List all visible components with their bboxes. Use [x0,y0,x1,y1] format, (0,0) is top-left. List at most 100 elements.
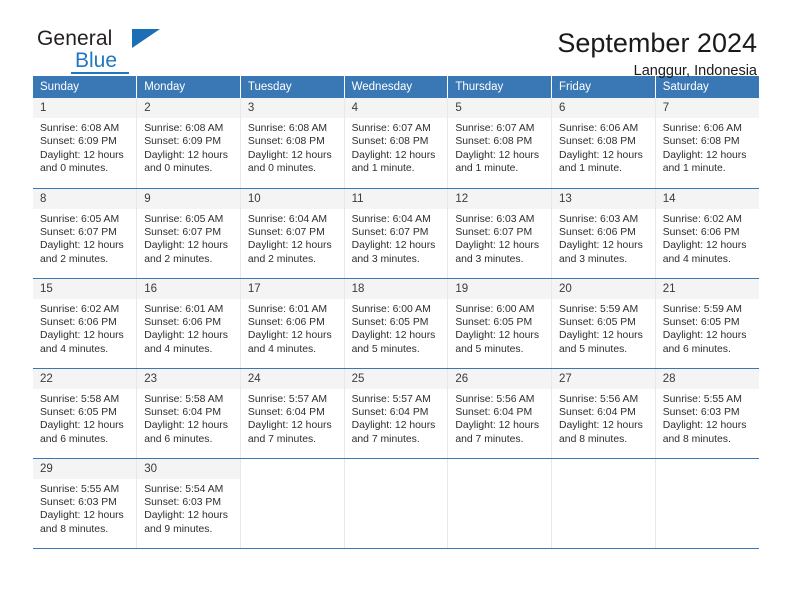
daylight-text-line1: Daylight: 12 hours [144,240,228,252]
daylight-text-line1: Daylight: 12 hours [247,240,332,252]
sunset-text: Sunset: 6:05 PM [351,316,429,328]
sunrise-text: Sunrise: 6:04 AM [351,213,431,225]
day-cell[interactable]: 15 Sunrise: 6:02 AM Sunset: 6:06 PM Dayligh… [33,278,138,369]
day-cell-empty [655,458,759,549]
day-cell-empty [551,458,656,549]
day-number: 3 [240,98,344,118]
day-cell-empty [344,458,449,549]
sunset-text: Sunset: 6:08 PM [455,136,533,148]
daylight-text-line2: and 5 minutes. [351,343,420,355]
sunrise-text: Sunrise: 5:55 AM [662,393,742,405]
sunrise-text: Sunrise: 6:08 AM [247,123,328,134]
day-cell[interactable]: 7 Sunrise: 6:06 AM Sunset: 6:08 PM Daylight… [655,98,759,189]
daylight-text-line1: Daylight: 12 hours [40,240,124,252]
day-cell[interactable]: 28 Sunrise: 5:55 AM Sunset: 6:03 PM Dayligh… [655,368,759,459]
day-details: Sunrise: 5:55 AM Sunset: 6:03 PM Daylight:… [33,479,136,537]
sunrise-text: Sunrise: 6:08 AM [40,123,120,134]
daylight-text-line1: Daylight: 12 hours [351,420,436,432]
day-cell[interactable]: 1 Sunrise: 6:08 AM Sunset: 6:09 PM Daylight… [33,98,138,189]
daylight-text-line1: Daylight: 12 hours [662,330,747,342]
weekday-header-tuesday: Tuesday [240,76,345,98]
day-cell[interactable]: 14 Sunrise: 6:02 AM Sunset: 6:06 PM Dayligh… [655,188,759,279]
general-blue-logo[interactable]: General Blue [33,28,187,74]
day-number: 30 [137,458,240,479]
day-cell[interactable]: 12 Sunrise: 6:03 AM Sunset: 6:07 PM Dayligh… [447,188,553,279]
day-number: 23 [137,368,240,389]
sunrise-text: Sunrise: 6:07 AM [351,123,431,134]
day-cell[interactable]: 8 Sunrise: 6:05 AM Sunset: 6:07 PM Daylight… [33,188,138,279]
day-cell[interactable]: 3 Sunrise: 6:08 AM Sunset: 6:08 PM Daylight… [240,98,345,189]
daylight-text-line1: Daylight: 12 hours [144,510,228,522]
day-cell[interactable]: 9 Sunrise: 6:05 AM Sunset: 6:07 PM Daylight… [136,188,241,279]
daylight-text-line1: Daylight: 12 hours [40,330,124,342]
day-cell[interactable]: 10 Sunrise: 6:04 AM Sunset: 6:07 PM Dayligh… [240,188,345,279]
day-cell[interactable]: 21 Sunrise: 5:59 AM Sunset: 6:05 PM Dayligh… [655,278,759,369]
day-number: 22 [33,368,137,389]
daylight-text-line2: and 0 minutes. [247,163,317,175]
calendar-week-row: 22 Sunrise: 5:58 AM Sunset: 6:05 PM Dayligh… [33,368,759,459]
daylight-text-line1: Daylight: 12 hours [144,149,228,161]
day-details: Sunrise: 6:08 AM Sunset: 6:08 PM Daylight:… [241,118,344,176]
day-cell[interactable]: 2 Sunrise: 6:08 AM Sunset: 6:09 PM Daylight… [136,98,241,189]
day-cell[interactable]: 13 Sunrise: 6:03 AM Sunset: 6:06 PM Dayligh… [551,188,656,279]
daylight-text-line2: and 3 minutes. [559,253,628,265]
daylight-text-line1: Daylight: 12 hours [559,330,643,342]
day-details: Sunrise: 5:59 AM Sunset: 6:05 PM Daylight:… [552,299,655,357]
daylight-text-line2: and 0 minutes. [144,163,213,175]
sunrise-text: Sunrise: 6:08 AM [144,123,224,134]
daylight-text-line2: and 8 minutes. [559,433,628,445]
day-cell[interactable]: 27 Sunrise: 5:56 AM Sunset: 6:04 PM Dayligh… [551,368,656,459]
day-number: 21 [655,278,759,299]
day-cell[interactable]: 6 Sunrise: 6:06 AM Sunset: 6:08 PM Daylight… [551,98,656,189]
day-number: 11 [344,188,448,209]
day-number: 17 [240,278,344,299]
daylight-text-line2: and 6 minutes. [40,433,109,445]
day-cell[interactable]: 18 Sunrise: 6:00 AM Sunset: 6:05 PM Dayligh… [344,278,449,369]
day-number: 28 [655,368,759,389]
day-number: 14 [655,188,759,209]
day-number: 1 [33,98,137,118]
day-cell[interactable]: 4 Sunrise: 6:07 AM Sunset: 6:08 PM Daylight… [344,98,449,189]
sunset-text: Sunset: 6:07 PM [351,226,429,238]
day-cell[interactable]: 5 Sunrise: 6:07 AM Sunset: 6:08 PM Daylight… [447,98,553,189]
day-cell[interactable]: 11 Sunrise: 6:04 AM Sunset: 6:07 PM Dayligh… [344,188,449,279]
day-cell[interactable]: 23 Sunrise: 5:58 AM Sunset: 6:04 PM Dayligh… [136,368,241,459]
day-details: Sunrise: 5:57 AM Sunset: 6:04 PM Daylight:… [345,389,448,447]
daylight-text-line2: and 3 minutes. [455,253,524,265]
daylight-text-line2: and 1 minute. [455,163,519,175]
sunrise-text: Sunrise: 6:02 AM [40,303,120,315]
sunrise-text: Sunrise: 6:01 AM [144,303,224,315]
day-number: 4 [344,98,448,118]
day-cell[interactable]: 19 Sunrise: 6:00 AM Sunset: 6:05 PM Dayligh… [447,278,553,369]
day-cell[interactable]: 25 Sunrise: 5:57 AM Sunset: 6:04 PM Dayligh… [344,368,449,459]
day-details: Sunrise: 6:06 AM Sunset: 6:08 PM Daylight:… [552,118,655,176]
daylight-text-line1: Daylight: 12 hours [455,240,540,252]
day-details: Sunrise: 5:54 AM Sunset: 6:03 PM Daylight:… [137,479,240,537]
daylight-text-line2: and 5 minutes. [455,343,524,355]
day-cell[interactable]: 20 Sunrise: 5:59 AM Sunset: 6:05 PM Dayligh… [551,278,656,369]
day-cell[interactable]: 16 Sunrise: 6:01 AM Sunset: 6:06 PM Dayligh… [136,278,241,369]
day-number: 25 [344,368,448,389]
day-details: Sunrise: 5:59 AM Sunset: 6:05 PM Daylight:… [656,299,759,357]
day-cell[interactable]: 26 Sunrise: 5:56 AM Sunset: 6:04 PM Dayligh… [447,368,553,459]
day-cell[interactable]: 22 Sunrise: 5:58 AM Sunset: 6:05 PM Dayligh… [33,368,138,459]
day-cell[interactable]: 29 Sunrise: 5:55 AM Sunset: 6:03 PM Dayligh… [33,458,138,549]
daylight-text-line2: and 7 minutes. [351,433,420,445]
day-cell[interactable]: 17 Sunrise: 6:01 AM Sunset: 6:06 PM Dayligh… [240,278,345,369]
sunrise-text: Sunrise: 5:59 AM [662,303,742,315]
day-cell[interactable]: 24 Sunrise: 5:57 AM Sunset: 6:04 PM Dayligh… [240,368,345,459]
sunrise-text: Sunrise: 6:00 AM [455,303,535,315]
sunset-text: Sunset: 6:08 PM [247,136,325,148]
sunset-text: Sunset: 6:05 PM [662,316,740,328]
day-number: 6 [552,98,655,118]
day-details: Sunrise: 6:06 AM Sunset: 6:08 PM Daylight:… [656,118,759,176]
sunrise-text: Sunrise: 6:06 AM [559,123,639,134]
day-number: 12 [448,188,552,209]
day-details: Sunrise: 5:56 AM Sunset: 6:04 PM Daylight:… [552,389,655,447]
sunset-text: Sunset: 6:05 PM [559,316,636,328]
day-cell[interactable]: 30 Sunrise: 5:54 AM Sunset: 6:03 PM Dayligh… [136,458,241,549]
daylight-text-line2: and 9 minutes. [144,523,213,535]
day-number [240,458,344,479]
sunrise-text: Sunrise: 5:58 AM [144,393,224,405]
sunrise-text: Sunrise: 5:57 AM [247,393,328,405]
